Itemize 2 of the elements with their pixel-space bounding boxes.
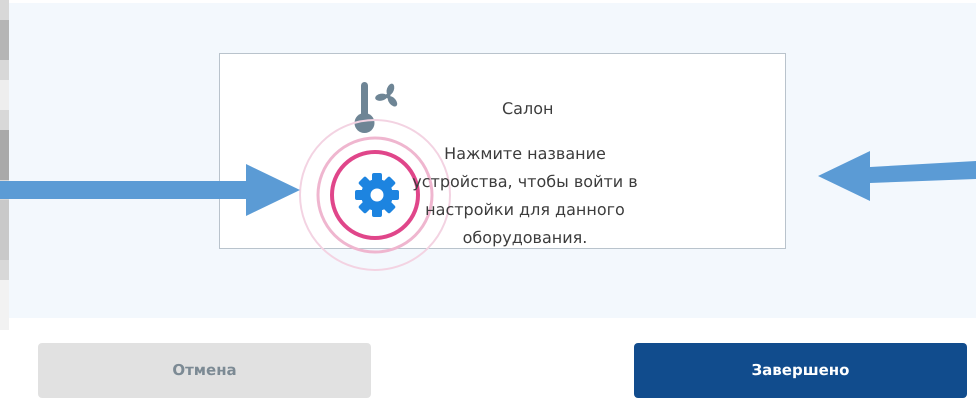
device-title: Салон	[502, 98, 554, 120]
done-button[interactable]: Завершено	[634, 343, 967, 398]
